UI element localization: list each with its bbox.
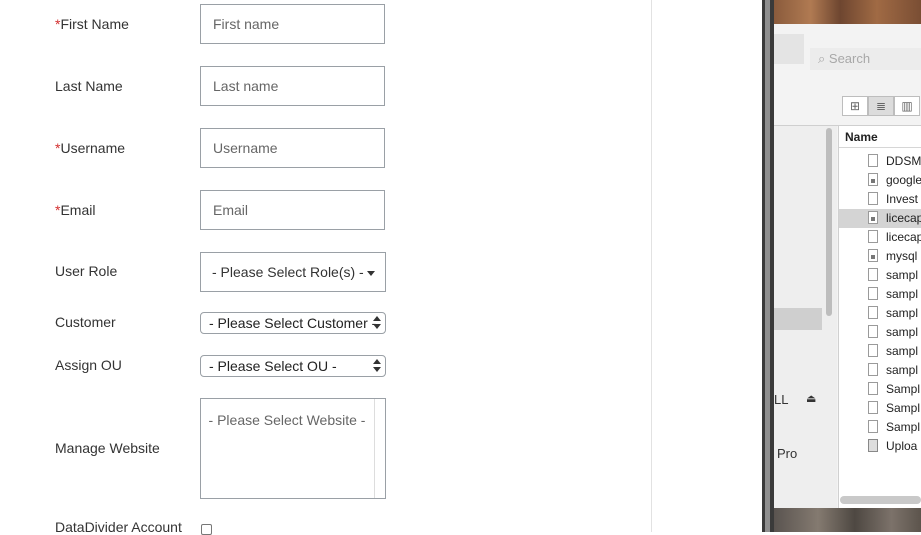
file-name: google [886,173,921,187]
file-row[interactable]: Uploa [839,437,921,456]
file-name: licecap [886,230,921,244]
file-icon [868,306,878,319]
file-icon [868,192,878,205]
view-buttons: ⊞ ≣ ▥ [842,96,921,116]
file-row[interactable]: Sampl [839,399,921,418]
file-icon [868,420,878,433]
file-name: sampl [886,268,919,282]
assign-ou-label: Assign OU [55,357,122,373]
sidebar-item[interactable]: LL [774,392,788,407]
file-icon [868,230,878,243]
username-label: *Username [55,140,126,156]
file-row[interactable]: licecap [839,228,921,247]
website-option[interactable]: - Please Select Website - [201,412,373,428]
email-label: *Email [55,202,96,218]
user-role-value: - Please Select Role(s) - [212,264,364,280]
file-icon [868,249,878,262]
file-icon [868,401,878,414]
file-row[interactable]: Invest [839,190,921,209]
caret-down-icon [367,271,375,276]
listbox-scrollbar[interactable] [374,399,375,498]
grid-view-icon[interactable]: ⊞ [842,96,868,116]
file-row[interactable]: DDSM [839,152,921,171]
file-name: sampl [886,363,919,377]
file-row[interactable]: sampl [839,304,921,323]
file-row[interactable]: sampl [839,342,921,361]
file-name: sampl [886,306,919,320]
assign-ou-value: - Please Select OU - [209,358,337,374]
file-name: mysql [886,249,918,263]
assign-ou-select[interactable]: - Please Select OU - [200,355,386,377]
file-list: Name DDSM google Invest licecap licecap mysql… [838,126,921,508]
first-name-label: *First Name [55,16,129,32]
file-row[interactable]: licecap [839,209,921,228]
file-name: Invest [886,192,919,206]
search-icon: ⌕ [818,51,826,66]
manage-website-listbox[interactable]: - Please Select Website - [200,398,386,499]
manage-website-label: Manage Website [55,440,160,456]
last-name-input[interactable] [200,66,385,106]
email-input[interactable] [200,190,385,230]
customer-select[interactable]: - Please Select Customer - [200,312,386,334]
archive-icon [868,439,878,452]
user-form: *First Name Last Name *Username *Email U… [0,0,651,535]
horizontal-scrollbar[interactable] [840,496,921,504]
file-name: Sampl [886,382,921,396]
datadivider-label: DataDivider Account [55,519,182,535]
customer-label: Customer [55,314,116,330]
select-arrows-icon [373,359,381,373]
username-input[interactable] [200,128,385,168]
file-row[interactable]: sampl [839,266,921,285]
divider [651,0,652,532]
window-edge [762,0,774,532]
wallpaper-top [774,0,921,24]
datadivider-checkbox[interactable] [201,524,212,535]
user-role-dropdown[interactable]: - Please Select Role(s) - [200,252,386,292]
first-name-input[interactable] [200,4,385,44]
file-icon [868,173,878,186]
eject-icon[interactable]: ⏏ [806,392,816,405]
file-name: DDSM [886,154,921,168]
file-row[interactable]: sampl [839,361,921,380]
file-icon [868,211,878,224]
file-name: sampl [886,287,919,301]
file-name: licecap [886,211,921,225]
wallpaper-bottom [774,508,921,532]
select-arrows-icon [373,316,381,330]
customer-value: - Please Select Customer - [209,315,377,331]
file-icon [868,363,878,376]
file-name: sampl [886,325,919,339]
file-row[interactable]: mysql [839,247,921,266]
file-icon [868,325,878,338]
file-name: sampl [886,344,919,358]
file-icon [868,268,878,281]
column-view-icon[interactable]: ▥ [894,96,920,116]
file-row[interactable]: sampl [839,323,921,342]
finder-search[interactable]: ⌕ Search [818,51,870,67]
sidebar-item[interactable]: Pro [777,446,797,461]
file-name: Uploa [886,439,918,453]
file-row[interactable]: Sampl [839,380,921,399]
column-header-name[interactable]: Name [839,126,921,148]
file-row[interactable]: google [839,171,921,190]
user-role-label: User Role [55,263,118,279]
list-view-icon[interactable]: ≣ [868,96,894,116]
file-icon [868,344,878,357]
sidebar-selected-item[interactable] [774,308,822,330]
sidebar-scrollbar[interactable] [826,128,832,316]
file-row[interactable]: Sampl [839,418,921,437]
file-name: Sampl [886,401,921,415]
file-name: Sampl [886,420,921,434]
file-icon [868,154,878,167]
file-icon [868,382,878,395]
file-row[interactable]: sampl [839,285,921,304]
last-name-label: Last Name [55,78,123,94]
file-icon [868,287,878,300]
